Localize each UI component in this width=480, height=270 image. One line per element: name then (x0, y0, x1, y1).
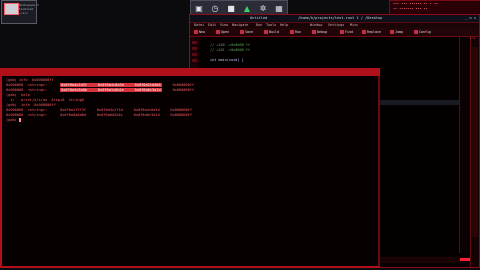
toolbar-run-button[interactable]: Run (290, 29, 301, 35)
open-icon (216, 30, 220, 34)
cursor-position: 1:1 (469, 36, 475, 40)
monitor-icon[interactable]: ▲ (242, 4, 252, 14)
save-icon (240, 30, 244, 34)
status-segment (460, 258, 470, 261)
jump-icon (390, 30, 394, 34)
build-icon (264, 30, 268, 34)
editor-minimap[interactable] (459, 37, 470, 253)
toolbar-save-button[interactable]: Save (240, 29, 253, 35)
debug-icon (312, 30, 316, 34)
config-icon (414, 30, 418, 34)
workspace-selected-thumb[interactable] (4, 3, 19, 15)
terminal-line: 0x000060 <string>: 0x0f0a4c0a0b 0x0f0a1c… (6, 88, 195, 92)
code-line: // +101 ->0x0000 ff (210, 48, 251, 52)
editor-toolbar: New Open Save Build Run Debug Find Repla… (190, 28, 479, 37)
terminal-titlebar[interactable] (2, 70, 378, 76)
toolbar-find-button[interactable]: Find (340, 29, 353, 35)
run-icon (290, 30, 294, 34)
terminal-line: 0x000060 <string>: 0x0f0a4c2d3f 0x0f0a4c… (6, 83, 195, 87)
terminal-line: x/ print/x/s/an $rsp+8 string@ (6, 98, 84, 102)
terminal-window[interactable]: (gdb) info 0x000000ff 0x000060 <string>:… (0, 68, 380, 268)
terminal-prompt-line[interactable]: (gdb) (6, 118, 21, 123)
toolbar-debug-button[interactable]: Debug (312, 29, 327, 35)
panel-item[interactable] (192, 59, 197, 62)
toolbar-new-button[interactable]: New (194, 29, 205, 35)
highlighted-selection: 0x0f0a4c2d3f 0x0f0a4c0a3d 0x0f0a2cd4b6 (60, 83, 162, 87)
toolbar-config-button[interactable]: Config (414, 29, 431, 35)
panel-item[interactable] (192, 41, 197, 44)
terminal-line: (gdb) info 0x000000ff (6, 103, 56, 107)
toolbar-jump-button[interactable]: Jump (390, 29, 403, 35)
replace-icon (362, 30, 366, 34)
new-icon (194, 30, 198, 34)
clock-icon[interactable]: ◷ (210, 4, 220, 14)
editor-titlebar[interactable]: Untitled /home/k/projects/test.rust 1 / … (190, 15, 479, 23)
scrollbar-thumb[interactable] (472, 47, 478, 237)
toolbar-open-button[interactable]: Open (216, 29, 229, 35)
terminal-icon[interactable]: ▣ (194, 4, 204, 14)
system-tray: ••• ••• •••••• •• • •• •• ••••••• ••• •• (389, 0, 480, 15)
settings-icon[interactable]: ✲ (258, 4, 268, 14)
toolbar-replace-button[interactable]: Replace (362, 29, 381, 35)
tray-line-2: •• ••••••• ••• •• (393, 7, 428, 11)
workspace-preview-text: Workspace 1 terminal ~/src (19, 3, 39, 15)
terminal-line: 0x000060 <string>: 0x0f0a2f3f3f 0x0f0a3c… (6, 108, 193, 112)
terminal-line: (gdb) info 0x000000ff (6, 78, 54, 82)
code-line: int main(void) { (210, 58, 244, 62)
stop-icon[interactable]: ■ (226, 4, 236, 14)
terminal-line: (gdb) help (6, 93, 30, 97)
terminal-output[interactable]: (gdb) info 0x000000ff 0x000060 <string>:… (4, 78, 376, 264)
terminal-scrollbar[interactable] (378, 76, 380, 266)
find-icon (340, 30, 344, 34)
window-controls[interactable]: _ ◻ × (465, 16, 476, 21)
workspace-preview[interactable]: Workspace 1 terminal ~/src (1, 0, 39, 24)
tray-line-1: ••• ••• •••••• •• • •• (393, 2, 438, 6)
editor-scrollbar[interactable] (470, 37, 479, 267)
panel-item[interactable] (192, 53, 197, 56)
highlighted-selection: 0x0f0a4c0a0b 0x0f0a1c6b2e 0x0f0a0c3a1d (60, 88, 162, 92)
editor-app-name: Untitled (250, 16, 268, 20)
panel-item[interactable] (192, 47, 197, 50)
toolbar-build-button[interactable]: Build (264, 29, 279, 35)
text-cursor (18, 118, 21, 122)
terminal-line: 0x000060 <string>: 0x0f0a0a0d0d 0x0f0a0d… (6, 113, 193, 117)
apps-icon[interactable]: ▦ (274, 4, 284, 14)
editor-title: /home/k/projects/test.rust 1 / /Desktop (298, 16, 383, 20)
